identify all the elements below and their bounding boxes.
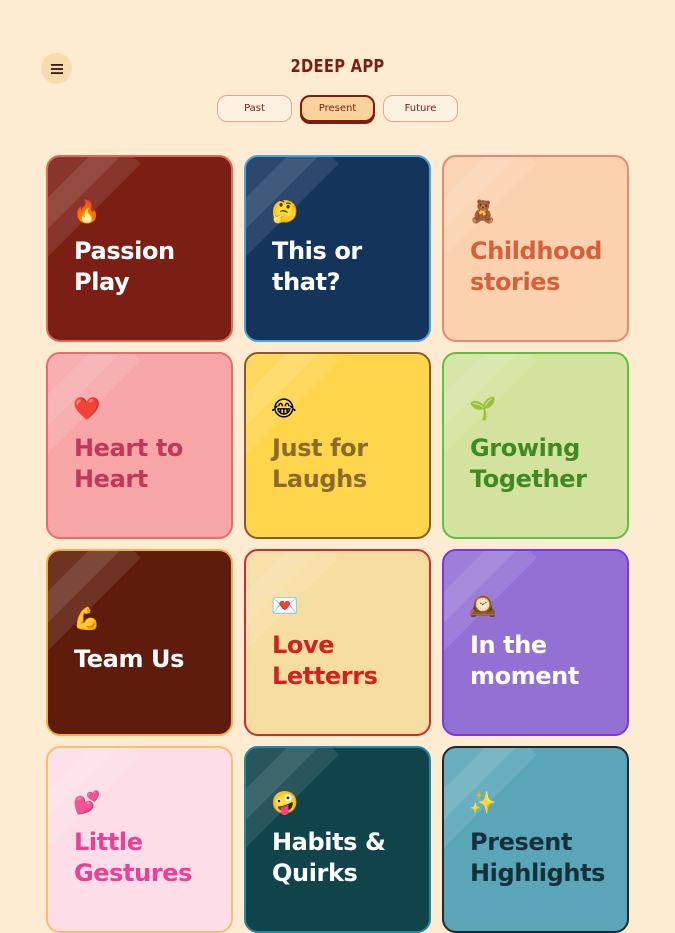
topic-card-label-line: This or [272,237,362,265]
topic-card-label: Team Us [74,644,224,675]
two-hearts-icon: 💕 [73,791,101,816]
topic-card-label: Little Gestures [74,827,224,889]
laughing-face-icon: 😂 [271,397,297,422]
topic-card[interactable]: ❤️ Heart to Heart [46,352,233,539]
zany-face-icon: 🤪 [271,791,299,816]
topic-card[interactable]: 🌱 Growing Together [442,352,629,539]
topic-card-label-line: Heart [74,465,148,493]
topic-card-label-line: Quirks [272,859,358,887]
topic-card-label: In the moment [470,630,620,692]
tab-future[interactable]: Future [383,95,458,122]
topic-card-label-line: Just for [272,434,368,462]
teddy-bear-icon: 🧸 [469,200,497,225]
thinking-face-icon: 🤔 [271,200,299,225]
topic-card-label-line: Little [74,828,143,856]
topic-card-label-line: Love [272,631,335,659]
topic-card-label: Heart to Heart [74,433,224,495]
topic-card-label: This or that? [272,236,422,298]
topic-card[interactable]: 🤔 This or that? [244,155,431,342]
sparkles-icon: ✨ [469,791,497,816]
topic-card-label: Present Highlights [470,827,620,889]
topic-card-label-line: Highlights [470,859,606,887]
app-title: 2DEEP APP [290,56,385,77]
topic-card-label-line: Gestures [74,859,193,887]
topic-card-label-line: stories [470,268,561,296]
topic-card-label: Childhood stories [470,236,620,298]
topic-card-label-line: Heart to [74,434,183,462]
red-heart-icon: ❤️ [73,397,101,422]
topic-card-label: Love Letterrs [272,630,422,692]
topic-card-label: Passion Play [74,236,224,298]
mantelpiece-clock-icon: 🕰️ [469,594,497,619]
topic-card[interactable]: 💕 Little Gestures [46,746,233,933]
topic-card[interactable]: 😂 Just for Laughs [244,352,431,539]
seedling-icon: 🌱 [469,397,497,422]
topic-card-label-line: Team Us [74,645,184,673]
topic-card-label-line: Habits & [272,828,386,856]
time-tabs: Past Present Future [0,95,675,122]
topic-card-label-line: Childhood [470,237,602,265]
tab-past[interactable]: Past [217,95,292,122]
topic-card-grid: 🔥 Passion Play 🤔 This or that? 🧸 Childhood stori… [46,155,629,933]
tab-present[interactable]: Present [300,95,375,122]
topic-card-label-line: In the [470,631,547,659]
topic-card-label-line: Growing [470,434,580,462]
topic-card-label-line: Together [470,465,587,493]
flexed-biceps-icon: 💪 [73,607,101,632]
topic-card-label-line: Letterrs [272,662,378,690]
topic-card-label: Growing Together [470,433,620,495]
topic-card[interactable]: ✨ Present Highlights [442,746,629,933]
love-letter-icon: 💌 [271,594,299,619]
topic-card-label-line: that? [272,268,341,296]
topic-card[interactable]: 💪 Team Us [46,549,233,736]
topic-card[interactable]: 🤪 Habits & Quirks [244,746,431,933]
topic-card-label-line: Laughs [272,465,367,493]
topic-card[interactable]: 🧸 Childhood stories [442,155,629,342]
topic-card-label: Habits & Quirks [272,827,422,889]
topic-card[interactable]: 💌 Love Letterrs [244,549,431,736]
topic-card-label-line: Play [74,268,130,296]
topic-card-label-line: Passion [74,237,175,265]
topic-card-label-line: moment [470,662,579,690]
topic-card-label-line: Present [470,828,573,856]
topic-card[interactable]: 🔥 Passion Play [46,155,233,342]
topic-card[interactable]: 🕰️ In the moment [442,549,629,736]
topic-card-label: Just for Laughs [272,433,422,495]
fire-icon: 🔥 [73,200,101,225]
